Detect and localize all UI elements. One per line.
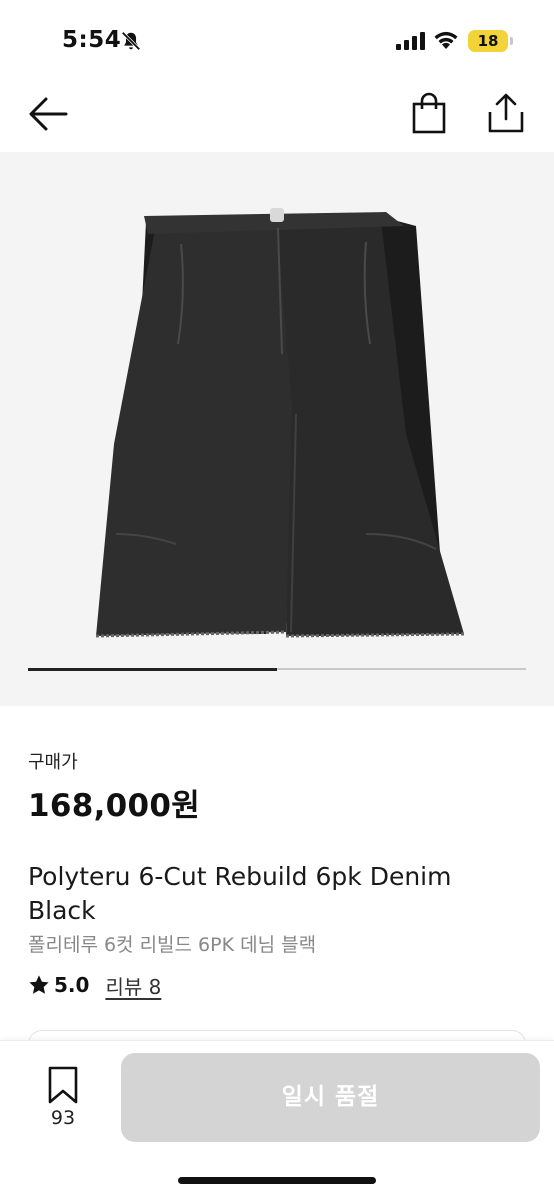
bookmark-count: 93: [50, 1107, 76, 1129]
product-image-gallery[interactable]: [0, 152, 554, 706]
bookmark-icon: [48, 1066, 78, 1104]
wifi-icon: [434, 31, 458, 49]
signal-icon: [396, 32, 425, 50]
rating-row: 5.0 리뷰 8: [28, 970, 161, 1000]
star-icon: [29, 975, 49, 994]
status-time: 5:54: [62, 27, 122, 53]
back-arrow-icon[interactable]: [26, 94, 70, 134]
bookmark-button[interactable]: 93: [40, 1065, 86, 1131]
top-nav: [0, 80, 554, 150]
sold-out-button[interactable]: 일시 품절: [121, 1053, 540, 1142]
gallery-progress-fill: [28, 667, 277, 671]
rating-value: 5.0: [54, 973, 90, 997]
battery-tip: [510, 37, 513, 45]
gallery-progress-track: [28, 667, 526, 671]
shopping-bag-icon[interactable]: [410, 92, 448, 134]
price-label: 구매가: [28, 752, 78, 773]
price: 168,000원: [28, 788, 201, 824]
battery-indicator: 18: [468, 30, 508, 52]
product-title: Polyteru 6-Cut Rebuild 6pk Denim Black: [28, 862, 452, 925]
bottom-action-bar: 93 일시 품절: [0, 1040, 554, 1200]
product-subtitle: 폴리테루 6컷 리빌드 6PK 데님 블랙: [28, 934, 317, 956]
product-image: [95, 208, 465, 638]
status-bar: 5:54 18: [0, 0, 554, 80]
bell-slash-icon: [121, 31, 141, 51]
home-indicator: [178, 1177, 376, 1184]
share-icon[interactable]: [486, 92, 526, 134]
review-link[interactable]: 리뷰 8: [105, 971, 161, 1000]
